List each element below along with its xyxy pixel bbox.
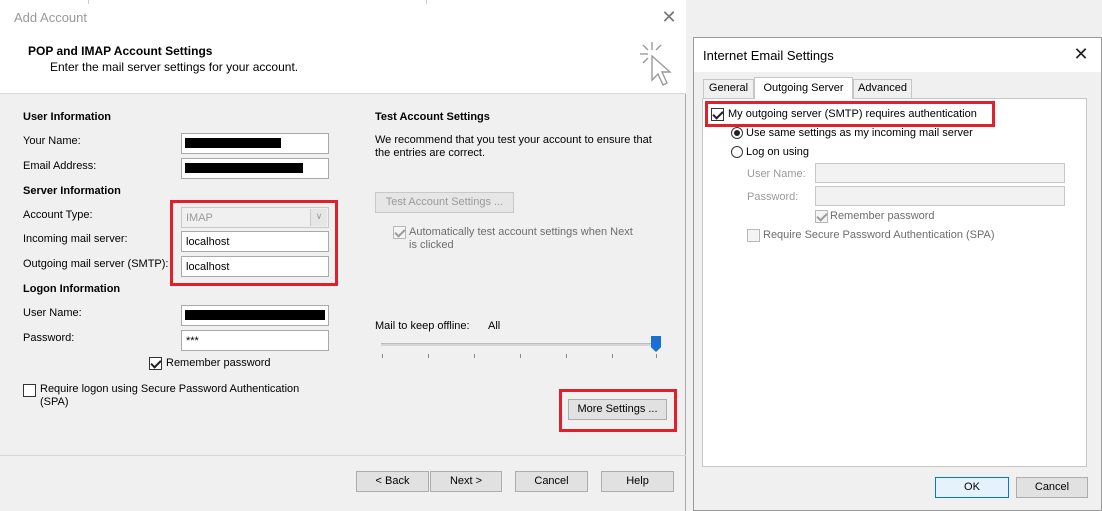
auto-test-label-line2: is clicked: [409, 239, 454, 251]
logon-info-heading: Logon Information: [23, 283, 121, 295]
your-name-label: Your Name:: [23, 135, 81, 147]
your-name-field[interactable]: [181, 133, 329, 154]
highlight-box-more-settings: [559, 389, 677, 432]
username-label: User Name:: [23, 307, 82, 319]
test-settings-desc-line2: the entries are correct.: [375, 147, 486, 159]
tab-outgoing-server[interactable]: Outgoing Server: [754, 77, 853, 99]
auto-test-checkbox[interactable]: [393, 226, 406, 239]
log-on-using-radio[interactable]: [731, 146, 743, 158]
test-account-settings-button[interactable]: Test Account Settings ...: [375, 192, 514, 213]
offline-value: All: [488, 320, 501, 332]
background-divider: [88, 0, 89, 4]
email-field[interactable]: [181, 158, 329, 179]
cancel-button[interactable]: Cancel: [515, 471, 588, 492]
back-button[interactable]: < Back: [356, 471, 429, 492]
ies-title: Internet Email Settings: [703, 48, 834, 63]
highlight-box-smtp-auth: [705, 101, 995, 127]
user-info-heading: User Information: [23, 111, 112, 123]
log-on-using-label: Log on using: [746, 146, 809, 158]
ies-remember-password-label: Remember password: [830, 210, 935, 222]
offline-slider-track[interactable]: [381, 343, 657, 346]
slider-tick: [474, 354, 475, 358]
ies-spa-label: Require Secure Password Authentication (…: [763, 229, 995, 241]
remember-password-label: Remember password: [166, 357, 271, 369]
ies-remember-password-checkbox[interactable]: [815, 210, 828, 223]
footer-divider: [0, 455, 686, 456]
email-label: Email Address:: [23, 160, 97, 172]
ies-username-label: User Name:: [747, 168, 806, 180]
outgoing-server-label: Outgoing mail server (SMTP):: [23, 258, 169, 270]
remember-password-checkbox[interactable]: [149, 357, 162, 370]
username-field[interactable]: [181, 305, 329, 326]
ies-password-field[interactable]: [815, 186, 1065, 206]
page-subtitle: Enter the mail server settings for your …: [50, 60, 299, 74]
spa-label-line2: (SPA): [40, 396, 69, 408]
slider-tick: [566, 354, 567, 358]
ok-button[interactable]: OK: [935, 477, 1009, 498]
use-same-settings-radio[interactable]: [731, 127, 743, 139]
use-same-settings-label: Use same settings as my incoming mail se…: [746, 127, 973, 139]
ies-cancel-button[interactable]: Cancel: [1016, 477, 1088, 498]
add-account-title: Add Account: [14, 10, 87, 25]
slider-tick: [428, 354, 429, 358]
redaction-bar: [185, 163, 303, 173]
ies-password-label: Password:: [747, 191, 799, 203]
cursor-click-icon: [640, 42, 672, 86]
redaction-bar: [185, 310, 325, 320]
incoming-server-label: Incoming mail server:: [23, 233, 128, 245]
page-title: POP and IMAP Account Settings: [28, 44, 213, 58]
highlight-box-server: [170, 200, 338, 286]
next-button[interactable]: Next >: [430, 471, 502, 492]
spa-checkbox[interactable]: [23, 384, 36, 397]
test-settings-heading: Test Account Settings: [375, 111, 490, 123]
slider-tick: [656, 354, 657, 358]
help-button[interactable]: Help: [601, 471, 674, 492]
tab-advanced[interactable]: Advanced: [853, 79, 912, 98]
password-field[interactable]: ***: [181, 330, 329, 351]
spa-label: Require logon using Secure Password Auth…: [40, 383, 300, 395]
test-settings-desc: We recommend that you test your account …: [375, 134, 652, 146]
offline-label: Mail to keep offline:: [375, 320, 470, 332]
server-info-heading: Server Information: [23, 185, 121, 197]
close-icon[interactable]: ✕: [1072, 45, 1090, 63]
slider-tick: [520, 354, 521, 358]
redaction-bar: [185, 138, 281, 148]
ies-spa-checkbox[interactable]: [747, 229, 760, 242]
close-icon[interactable]: ✕: [660, 8, 678, 26]
auto-test-label: Automatically test account settings when…: [409, 226, 633, 238]
background-divider: [426, 0, 427, 4]
slider-tick: [382, 354, 383, 358]
account-type-label: Account Type:: [23, 209, 93, 221]
slider-tick: [612, 354, 613, 358]
tab-general[interactable]: General: [703, 79, 754, 98]
ies-username-field[interactable]: [815, 163, 1065, 183]
password-label: Password:: [23, 332, 75, 344]
add-account-titlebar: [0, 0, 686, 34]
